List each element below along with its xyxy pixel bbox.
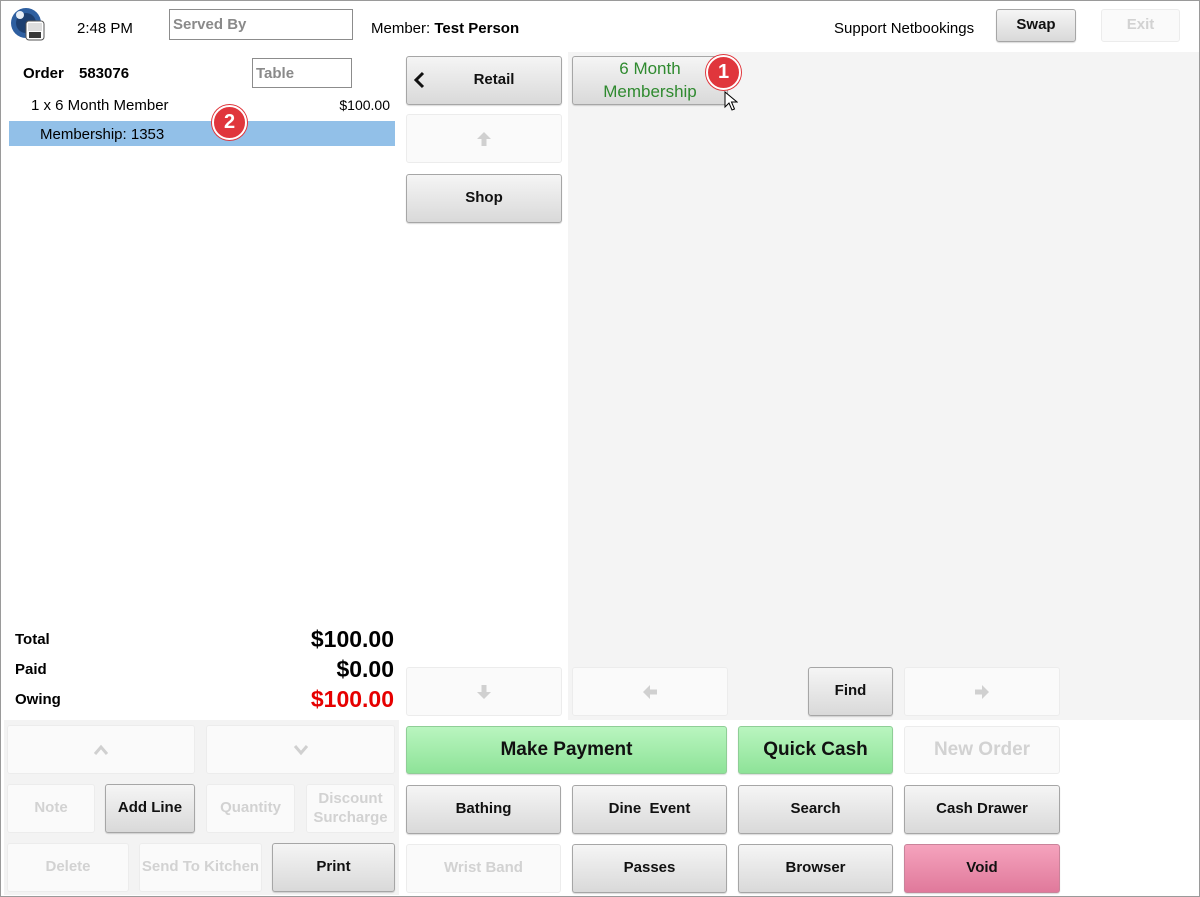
- cash-drawer-button[interactable]: Cash Drawer: [904, 785, 1060, 834]
- surcharge-label: Surcharge: [313, 808, 388, 826]
- order-panel: [4, 52, 399, 720]
- dine-event-button[interactable]: Dine Event: [572, 785, 727, 834]
- line-up-button[interactable]: [7, 725, 195, 774]
- member-label: Member:: [371, 20, 431, 37]
- bathing-button[interactable]: Bathing: [406, 785, 561, 834]
- send-to-kitchen-button[interactable]: Send To Kitchen: [139, 843, 262, 892]
- arrow-left-icon: [642, 684, 658, 700]
- page-right-button[interactable]: [904, 667, 1060, 716]
- order-label: Order: [23, 65, 64, 82]
- product-name-line1: 6 Month: [619, 58, 681, 78]
- page-left-button[interactable]: [572, 667, 728, 716]
- order-line-price: $100.00: [339, 97, 390, 113]
- order-line-item[interactable]: 1 x 6 Month Member: [31, 97, 169, 114]
- delete-button[interactable]: Delete: [7, 843, 129, 892]
- product-name-line2: Membership: [603, 81, 697, 101]
- discount-surcharge-button[interactable]: Discount Surcharge: [306, 784, 395, 833]
- chevron-up-icon: [93, 744, 109, 756]
- browser-button[interactable]: Browser: [738, 844, 893, 893]
- paid-label: Paid: [15, 661, 47, 678]
- swap-button[interactable]: Swap: [996, 9, 1076, 42]
- served-by-input[interactable]: [169, 9, 353, 40]
- passes-button[interactable]: Passes: [572, 844, 727, 893]
- quantity-button[interactable]: Quantity: [206, 784, 295, 833]
- member-name: Test Person: [434, 20, 520, 37]
- owing-label: Owing: [15, 691, 61, 708]
- print-button[interactable]: Print: [272, 843, 395, 892]
- new-order-button[interactable]: New Order: [904, 726, 1060, 774]
- paid-value: $0.00: [336, 656, 394, 682]
- step-badge-1: 1: [706, 55, 741, 90]
- step-badge-2: 2: [212, 105, 247, 140]
- pos-window: 2:48 PM Member: Test Person Support Netb…: [0, 0, 1200, 897]
- quick-cash-button[interactable]: Quick Cash: [738, 726, 893, 774]
- discount-label: Discount: [318, 789, 383, 807]
- line-down-button[interactable]: [206, 725, 395, 774]
- app-logo-icon: [9, 5, 47, 43]
- arrow-up-icon: [476, 131, 492, 147]
- member-display: Member: Test Person: [371, 20, 519, 37]
- note-button[interactable]: Note: [7, 784, 95, 833]
- scroll-down-button[interactable]: [406, 667, 562, 716]
- exit-button[interactable]: Exit: [1101, 9, 1180, 42]
- order-number: 583076: [79, 65, 130, 82]
- total-label: Total: [15, 631, 50, 648]
- mouse-cursor-icon: [724, 91, 738, 111]
- find-button[interactable]: Find: [808, 667, 893, 716]
- wrist-band-button[interactable]: Wrist Band: [406, 844, 561, 893]
- search-button[interactable]: Search: [738, 785, 893, 834]
- product-6-month-membership[interactable]: 6 Month Membership: [572, 56, 728, 105]
- owing-value: $100.00: [310, 686, 394, 712]
- table-input[interactable]: [252, 58, 352, 88]
- void-button[interactable]: Void: [904, 844, 1060, 893]
- shop-category-button[interactable]: Shop: [406, 174, 562, 223]
- order-subline-selected[interactable]: Membership: 1353: [9, 121, 395, 146]
- chevron-left-icon: [413, 71, 425, 89]
- total-value: $100.00: [310, 626, 394, 652]
- make-payment-button[interactable]: Make Payment: [406, 726, 727, 774]
- arrow-down-icon: [476, 684, 492, 700]
- add-line-button[interactable]: Add Line: [105, 784, 195, 833]
- scroll-up-button[interactable]: [406, 114, 562, 163]
- chevron-down-icon: [293, 744, 309, 756]
- arrow-right-icon: [974, 684, 990, 700]
- clock-time: 2:48 PM: [77, 20, 133, 37]
- retail-label: Retail: [473, 71, 515, 89]
- product-grid: [568, 52, 1199, 720]
- order-subline-text: Membership: 1353: [40, 126, 165, 143]
- support-user: Support Netbookings: [834, 20, 975, 37]
- retail-category-button[interactable]: Retail: [406, 56, 562, 105]
